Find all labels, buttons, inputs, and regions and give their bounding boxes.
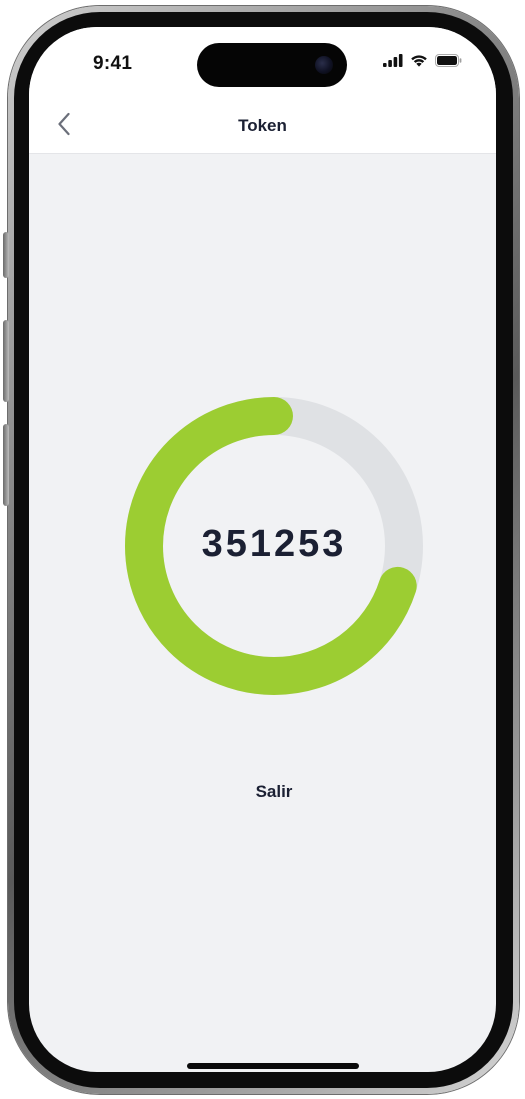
screen: 9:41 Token 351253 Salir	[29, 27, 496, 1072]
exit-button[interactable]: Salir	[219, 772, 329, 812]
status-icons	[383, 54, 462, 72]
dynamic-island	[197, 43, 347, 87]
navigation-bar: Token	[29, 99, 496, 154]
cellular-signal-icon	[383, 54, 403, 72]
token-timer-ring: 351253	[124, 396, 424, 696]
action-button	[3, 232, 9, 278]
front-camera	[315, 56, 333, 74]
battery-icon	[435, 54, 462, 72]
page-title: Token	[238, 116, 287, 135]
volume-down-button	[3, 424, 9, 506]
status-time: 9:41	[93, 53, 133, 74]
wifi-icon	[410, 54, 428, 72]
status-bar: 9:41	[29, 27, 496, 99]
token-code: 351253	[201, 523, 347, 565]
volume-up-button	[3, 320, 9, 402]
home-indicator[interactable]	[187, 1063, 359, 1069]
